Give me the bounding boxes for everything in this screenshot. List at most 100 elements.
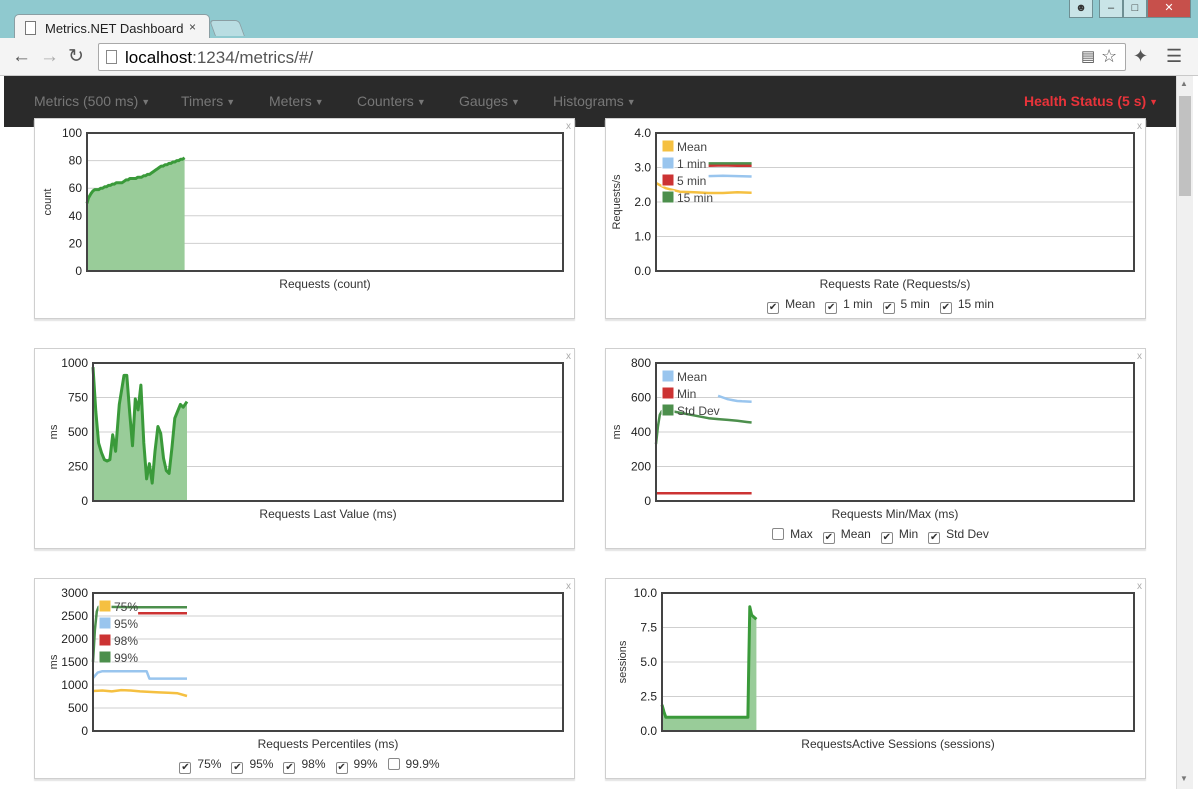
series-toggle[interactable]: ✔ 15 min (930, 297, 994, 314)
series-toggle-label: Mean (840, 527, 871, 541)
series-toggle[interactable]: ✔ 98% (273, 757, 326, 774)
nav-gauges[interactable]: Gauges ▼ (459, 93, 520, 109)
chart-active-sessions: 0.0 2.5 5.0 7.5 10.0 RequestsActive Sessions … (617, 586, 1135, 751)
series-toggle[interactable]: ✔ 5 min (873, 297, 930, 314)
legend-label: 95% (114, 617, 138, 631)
series-toggle[interactable]: ✔ 95% (221, 757, 273, 774)
checkbox-checked-icon[interactable]: ✔ (335, 762, 348, 774)
nav-metrics[interactable]: Metrics (500 ms) ▼ (34, 93, 150, 109)
y-tick-label: 2000 (61, 632, 88, 646)
caret-down-icon: ▼ (416, 97, 426, 108)
reload-icon[interactable]: ↻ (68, 47, 84, 67)
page-icon (25, 21, 36, 35)
chart-requests-percentiles: 0 500 1000 1500 2000 2500 3000 75% 95% 98% 99% Requ… (48, 586, 564, 751)
series-toggle-label: 5 min (900, 297, 930, 311)
checkbox-unchecked-icon[interactable] (772, 528, 785, 540)
y-tick-label: 2.5 (640, 690, 657, 704)
back-icon[interactable]: ← (12, 47, 31, 67)
chart-title: Requests Min/Max (ms) (832, 507, 959, 521)
legend-label: Min (677, 387, 696, 401)
series-toggle[interactable]: Max (762, 527, 813, 541)
tab-close-icon[interactable]: × (189, 20, 196, 34)
nav-histograms-label: Histograms (553, 93, 624, 109)
url-text[interactable]: localhost:1234/metrics/#/ (125, 48, 313, 68)
checkbox-checked-icon[interactable]: ✔ (231, 762, 244, 774)
series-toggle[interactable]: ✔ 1 min (815, 297, 873, 314)
nav-meters[interactable]: Meters ▼ (269, 93, 324, 109)
series-toggle-label: 99.9% (405, 757, 440, 771)
y-axis-label: ms (48, 654, 60, 669)
series-toggle-row: Max ✔ Mean ✔ Min ✔ Std Dev (606, 527, 1145, 544)
checkbox-checked-icon[interactable]: ✔ (928, 532, 941, 544)
maximize-icon[interactable]: □ (1123, 0, 1147, 18)
y-tick-label: 600 (631, 391, 651, 405)
series-toggle[interactable]: ✔ Mean (813, 527, 871, 544)
caret-down-icon: ▼ (141, 97, 151, 108)
legend-swatch (98, 633, 112, 647)
extension-puzzle-icon[interactable]: ✦ (1133, 46, 1148, 66)
menu-icon[interactable]: ☰ (1166, 46, 1182, 66)
checkbox-checked-icon[interactable]: ✔ (882, 302, 895, 314)
legend-label: 1 min (677, 157, 706, 171)
checkbox-checked-icon[interactable]: ✔ (767, 302, 780, 314)
legend-label: 5 min (677, 174, 706, 188)
chart-requests-count: 0 20 40 60 80 100 Requests (count) count (42, 126, 564, 291)
minimize-icon[interactable]: – (1099, 0, 1123, 18)
y-tick-label: 20 (69, 236, 83, 250)
translate-icon[interactable]: ▤ (1081, 47, 1095, 67)
checkbox-checked-icon[interactable]: ✔ (939, 302, 952, 314)
y-axis-label: sessions (617, 640, 629, 683)
series-toggle[interactable]: ✔ Mean (757, 297, 815, 314)
bookmark-star-icon[interactable]: ☆ (1101, 46, 1117, 66)
y-tick-label: 1000 (61, 356, 88, 370)
y-tick-label: 1000 (61, 678, 88, 692)
series-toggle[interactable]: ✔ 99% (326, 757, 378, 774)
y-tick-label: 100 (62, 126, 82, 140)
checkbox-unchecked-icon[interactable] (387, 758, 400, 770)
address-bar[interactable]: localhost:1234/metrics/#/ ▤ ☆ (98, 43, 1126, 71)
user-icon[interactable]: ☻ (1069, 0, 1093, 18)
forward-icon[interactable]: → (40, 47, 59, 67)
series-toggle[interactable]: ✔ Min (871, 527, 918, 544)
browser-tab[interactable]: Metrics.NET Dashboard × (14, 14, 210, 40)
checkbox-checked-icon[interactable]: ✔ (880, 532, 893, 544)
window-close-icon[interactable]: ✕ (1147, 0, 1191, 18)
y-tick-label: 0 (81, 724, 88, 738)
y-tick-label: 60 (69, 181, 83, 195)
nav-timers[interactable]: Timers ▼ (181, 93, 235, 109)
chart-title: Requests (count) (279, 277, 370, 291)
y-tick-label: 3000 (61, 586, 88, 600)
legend-swatch (661, 403, 675, 417)
y-tick-label: 2500 (61, 609, 88, 623)
y-tick-label: 5.0 (640, 655, 657, 669)
nav-counters[interactable]: Counters ▼ (357, 93, 426, 109)
legend-swatch (98, 650, 112, 664)
scrollbar-thumb[interactable] (1179, 96, 1191, 196)
scroll-up-icon[interactable]: ▲ (1180, 79, 1188, 88)
checkbox-checked-icon[interactable]: ✔ (179, 762, 192, 774)
checkbox-checked-icon[interactable]: ✔ (283, 762, 296, 774)
nav-health-status[interactable]: Health Status (5 s) ▼ (1024, 93, 1158, 109)
checkbox-checked-icon[interactable]: ✔ (822, 532, 835, 544)
page-scrollbar[interactable]: ▲ ▼ (1176, 76, 1193, 789)
y-tick-label: 7.5 (640, 621, 657, 635)
caret-down-icon: ▼ (314, 97, 324, 108)
y-axis-label: Requests/s (611, 174, 623, 230)
y-tick-label: 80 (69, 154, 83, 168)
panel-requests-rate: x 0.0 1.0 2.0 3.0 4.0 Mean 1 min 5 min 15 min Req… (605, 118, 1146, 319)
legend-label: 98% (114, 634, 138, 648)
series-toggle[interactable]: 99.9% (378, 757, 440, 771)
y-tick-label: 0.0 (634, 264, 651, 278)
series-toggle[interactable]: ✔ Std Dev (918, 527, 989, 544)
y-tick-label: 40 (69, 209, 83, 223)
series-toggle[interactable]: ✔ 75% (169, 757, 221, 774)
chart-requests-last-value: 0 250 500 750 1000 Requests Last Value (ms) ms (48, 356, 564, 521)
nav-histograms[interactable]: Histograms ▼ (553, 93, 636, 109)
checkbox-checked-icon[interactable]: ✔ (825, 302, 838, 314)
panel-requests-count: x 0 20 40 60 80 100 Requests (count) count (34, 118, 575, 319)
panel-requests-min-max: x 0 200 400 600 800 Mean Min Std Dev Requests Mi… (605, 348, 1146, 549)
legend-swatch (661, 173, 675, 187)
series-toggle-label: Std Dev (946, 527, 989, 541)
new-tab-button[interactable] (209, 20, 245, 36)
scroll-down-icon[interactable]: ▼ (1180, 774, 1188, 783)
